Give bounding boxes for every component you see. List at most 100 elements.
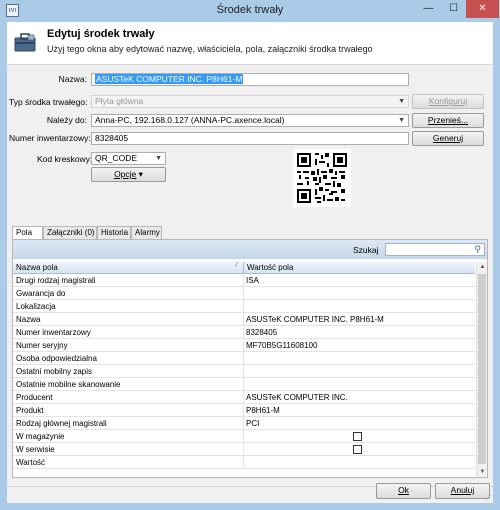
scrollbar-thumb[interactable]: [478, 274, 486, 464]
table-row[interactable]: Producent ASUSTeK COMPUTER INC.: [13, 391, 475, 404]
column-divider[interactable]: [243, 262, 244, 273]
title-bar[interactable]: ıvı Środek trwały — ☐ ✕: [0, 0, 500, 22]
cell-divider: [243, 378, 244, 391]
search-label: Szukaj: [353, 245, 379, 255]
belongs-to-label: Należy do:: [46, 115, 87, 125]
configure-button-label: Konfiguruj: [428, 96, 468, 106]
field-value-cell[interactable]: ISA: [246, 276, 259, 285]
chevron-down-icon: ▼: [398, 117, 405, 124]
cell-divider: [243, 365, 244, 378]
cancel-button[interactable]: Anuluj: [435, 483, 490, 499]
header-subtitle: Użyj tego okna aby edytować nazwę, właśc…: [47, 44, 373, 54]
table-row[interactable]: Ostatni mobilny zapis: [13, 365, 475, 378]
field-name-cell: Lokalizacja: [16, 302, 56, 311]
field-value-cell[interactable]: 8328405: [246, 328, 277, 337]
table-row[interactable]: Nazwa ASUSTeK COMPUTER INC. P8H61-M: [13, 313, 475, 326]
cell-divider: [243, 443, 244, 456]
field-name-cell: Numer inwentarzowy: [16, 328, 91, 337]
tab-attachments[interactable]: Załączniki (0): [43, 226, 97, 240]
dialog-body: Edytuj środek trwały Użyj tego okna aby …: [7, 22, 493, 503]
cell-divider: [243, 417, 244, 430]
generate-button[interactable]: Generuj: [412, 131, 484, 146]
field-value-cell[interactable]: ASUSTeK COMPUTER INC. P8H61-M: [246, 315, 384, 324]
search-bar: Szukaj ⚲: [13, 240, 487, 259]
inventory-number-label: Numer inwentarzowy:: [9, 133, 91, 143]
field-name-cell: Rodzaj głównej magistrali: [16, 419, 107, 428]
transfer-button-label: Przenieś...: [427, 115, 469, 125]
sort-icon: ⁄: [236, 262, 238, 269]
table-row[interactable]: Produkt P8H61-M: [13, 404, 475, 417]
cancel-button-label: Anuluj: [450, 485, 475, 495]
field-value-cell[interactable]: MF70B5G11608100: [246, 341, 317, 350]
asset-type-value: Płyta główna: [95, 96, 144, 106]
ok-button-label: Ok: [398, 485, 409, 495]
grid-header: Nazwa pola ⁄ Wartość pola: [13, 262, 475, 274]
search-input[interactable]: ⚲: [385, 243, 485, 256]
scroll-up-icon[interactable]: ▲: [477, 262, 487, 272]
table-row[interactable]: Gwarancja do: [13, 287, 475, 300]
belongs-to-select[interactable]: Anna-PC, 192.168.0.127 (ANNA-PC.axence.l…: [91, 114, 409, 127]
table-row[interactable]: W magazynie: [13, 430, 475, 443]
fields-panel: Szukaj ⚲ Nazwa pola ⁄ Wartość pola Drugi…: [12, 239, 488, 478]
table-row[interactable]: Lokalizacja: [13, 300, 475, 313]
table-row[interactable]: W serwisie: [13, 443, 475, 456]
minimize-button[interactable]: —: [416, 0, 441, 18]
cell-divider: [243, 287, 244, 300]
vertical-scrollbar[interactable]: ▲ ▼: [476, 262, 487, 477]
name-field-value: ASUSTeK COMPUTER INC. P8H61-M: [95, 74, 244, 84]
options-button-label: Opcje: [114, 169, 137, 179]
cell-divider: [243, 404, 244, 417]
table-row[interactable]: Numer inwentarzowy 8328405: [13, 326, 475, 339]
cell-divider: [243, 456, 244, 469]
qr-code-image: [293, 149, 351, 207]
transfer-button[interactable]: Przenieś...: [412, 113, 484, 128]
barcode-type-select[interactable]: QR_CODE ▼: [91, 152, 166, 165]
field-name-cell: Produkt: [16, 406, 44, 415]
chevron-down-icon: ▼: [155, 155, 162, 162]
inventory-number-field[interactable]: 8328405: [91, 132, 409, 145]
cell-divider: [243, 391, 244, 404]
table-row[interactable]: Drugi rodzaj magistrali ISA: [13, 274, 475, 287]
field-name-cell: W magazynie: [16, 432, 65, 441]
tab-alarms[interactable]: Alarmy: [131, 226, 162, 240]
options-button[interactable]: Opcje ▾: [91, 167, 166, 182]
column-header-value[interactable]: Wartość pola: [247, 263, 293, 272]
table-row[interactable]: Rodzaj głównej magistrali PCI: [13, 417, 475, 430]
chevron-down-icon: ▼: [398, 98, 405, 105]
close-button[interactable]: ✕: [466, 0, 499, 18]
name-label: Nazwa:: [58, 74, 87, 84]
resize-grip-icon[interactable]: ⋰: [485, 494, 492, 502]
scroll-down-icon[interactable]: ▼: [477, 467, 487, 477]
field-name-cell: Nazwa: [16, 315, 41, 324]
column-header-name[interactable]: Nazwa pola: [16, 263, 58, 272]
field-name-cell: Wartość: [16, 458, 46, 467]
field-name-cell: Producent: [16, 393, 53, 402]
cell-divider: [243, 300, 244, 313]
asset-type-label: Typ środka trwałego:: [9, 97, 88, 107]
asset-window: ıvı Środek trwały — ☐ ✕ Edytuj środek tr…: [0, 0, 500, 510]
header-title: Edytuj środek trwały: [47, 28, 155, 40]
cell-divider: [243, 326, 244, 339]
field-name-cell: Gwarancja do: [16, 289, 66, 298]
barcode-type-value: QR_CODE: [95, 153, 138, 163]
field-name-cell: Osoba odpowiedzialna: [16, 354, 97, 363]
name-field[interactable]: ASUSTeK COMPUTER INC. P8H61-M: [91, 73, 409, 86]
maximize-button[interactable]: ☐: [441, 0, 466, 18]
configure-button: Konfiguruj: [412, 94, 484, 109]
field-value-cell[interactable]: PCI: [246, 419, 259, 428]
table-row[interactable]: Ostatnie mobilne skanowanie: [13, 378, 475, 391]
search-icon[interactable]: ⚲: [474, 244, 481, 255]
field-value-cell[interactable]: P8H61-M: [246, 406, 280, 415]
tab-history[interactable]: Historia: [97, 226, 131, 240]
generate-button-label: Generuj: [432, 133, 464, 143]
field-name-cell: Ostatnie mobilne skanowanie: [16, 380, 121, 389]
field-value-checkbox[interactable]: [353, 432, 362, 441]
cell-divider: [243, 352, 244, 365]
field-value-cell[interactable]: ASUSTeK COMPUTER INC.: [246, 393, 348, 402]
ok-button[interactable]: Ok: [376, 483, 431, 499]
field-value-checkbox[interactable]: [353, 445, 362, 454]
table-row[interactable]: Osoba odpowiedzialna: [13, 352, 475, 365]
field-name-cell: Drugi rodzaj magistrali: [16, 276, 96, 285]
table-row[interactable]: Numer seryjny MF70B5G11608100: [13, 339, 475, 352]
table-row[interactable]: Wartość: [13, 456, 475, 469]
